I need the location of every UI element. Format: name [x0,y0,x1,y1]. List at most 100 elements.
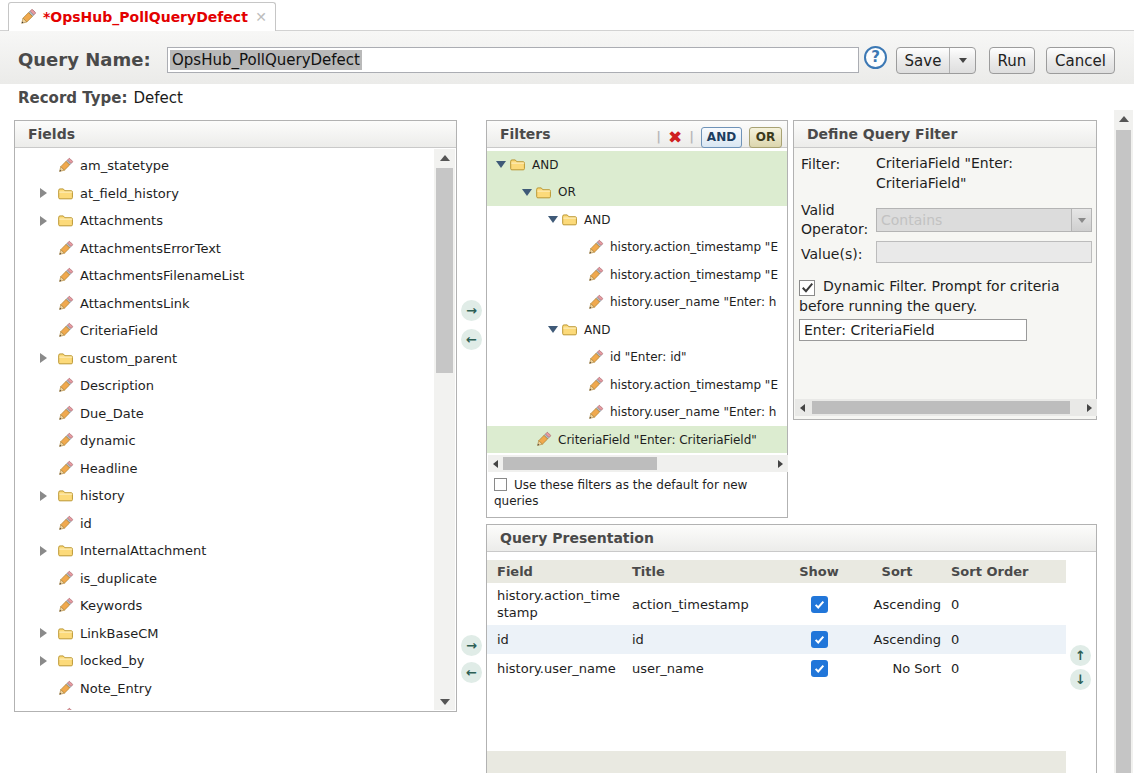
dynamic-filter-checkbox[interactable] [799,280,815,296]
fields-panel-header: Fields [15,121,456,148]
field-item[interactable]: Description [15,372,434,400]
field-item[interactable]: CriteriaField [15,317,434,345]
filter-node[interactable]: AND [487,206,787,234]
filter-node[interactable]: history.action_timestamp "E [487,261,787,289]
record-type-value: Defect [133,89,182,107]
move-down-arrow-button[interactable]: ↓ [1070,669,1091,690]
scroll-down-arrow[interactable] [434,693,455,710]
show-checkbox[interactable] [811,660,828,677]
query-presentation-panel: Query Presentation Field Title Show Sort… [486,524,1097,773]
save-dropdown-arrow[interactable] [950,58,975,63]
filter-node[interactable]: history.action_timestamp "E [487,234,787,262]
field-item[interactable]: LinkBaseCM [15,620,434,648]
delete-filter-icon[interactable]: ✖ [668,129,682,146]
pencil-icon [587,266,604,283]
expand-arrow-icon[interactable] [40,188,47,198]
field-item[interactable]: custom_parent [15,345,434,373]
filters-hscrollbar-thumb[interactable] [503,457,657,470]
filter-node[interactable]: OR [487,179,787,207]
scroll-up-arrow[interactable] [1114,110,1133,128]
and-button[interactable]: AND [701,127,742,148]
scroll-left-arrow[interactable] [795,399,810,416]
filter-node[interactable]: AND [487,151,787,179]
page-scrollbar-thumb[interactable] [1116,130,1131,773]
filter-node[interactable]: id "Enter: id" [487,344,787,372]
define-hscrollbar[interactable] [795,399,1097,416]
field-item[interactable]: InternalAttachment [15,537,434,565]
pencil-icon [57,295,74,312]
expand-arrow-icon[interactable] [40,353,47,363]
default-filter-checkbox-row: Use these filters as the default for new… [494,477,782,509]
collapse-arrow-icon[interactable] [548,326,558,333]
expand-arrow-icon[interactable] [40,216,47,226]
scroll-right-arrow[interactable] [773,455,788,472]
filter-node[interactable]: history.user_name "Enter: h [487,289,787,317]
pencil-icon [57,322,74,339]
field-item[interactable]: Attachments [15,207,434,235]
expand-arrow-icon[interactable] [40,656,47,666]
tab-close-icon[interactable]: ✕ [255,9,267,25]
criteria-input[interactable]: Enter: CriteriaField [799,319,1027,341]
scroll-right-arrow[interactable] [1082,399,1097,416]
fields-scrollbar-thumb[interactable] [436,168,453,373]
fields-scrollbar[interactable] [434,149,455,710]
field-item[interactable]: AttachmentsLink [15,290,434,318]
filter-node[interactable]: CriteriaField "Enter: CriteriaField" [487,426,787,453]
dynamic-filter-label: Dynamic Filter. Prompt for criteria befo… [799,278,1060,314]
field-item[interactable]: Notes_Log [15,702,434,710]
scroll-left-arrow[interactable] [488,455,503,472]
operator-select[interactable]: Contains [876,208,1092,232]
field-item[interactable]: AttachmentsFilenameList [15,262,434,290]
folder-icon [57,542,74,559]
query-name-input[interactable]: OpsHub_PollQueryDefect [167,47,859,73]
define-hscrollbar-thumb[interactable] [812,401,1070,414]
run-button[interactable]: Run [989,47,1035,74]
show-checkbox[interactable] [811,631,828,648]
field-item[interactable]: locked_by [15,647,434,675]
move-up-arrow-button[interactable]: ↑ [1070,645,1091,666]
remove-field-arrow-button[interactable]: ← [461,329,482,350]
field-item[interactable]: is_duplicate [15,565,434,593]
expand-arrow-icon[interactable] [40,628,47,638]
pencil-icon [57,680,74,697]
filter-node[interactable]: history.action_timestamp "E [487,371,787,399]
field-item[interactable]: dynamic [15,427,434,455]
remove-presentation-arrow-button[interactable]: ← [461,662,482,683]
expand-arrow-icon[interactable] [40,546,47,556]
add-presentation-arrow-button[interactable]: → [461,635,482,656]
field-item[interactable]: Headline [15,455,434,483]
filters-hscrollbar[interactable] [488,455,788,472]
field-item[interactable]: id [15,510,434,538]
field-item[interactable]: AttachmentsErrorText [15,235,434,263]
help-icon[interactable]: ? [864,46,887,69]
cancel-button[interactable]: Cancel [1046,47,1115,74]
values-input[interactable] [876,241,1092,263]
filter-node[interactable]: AND [487,316,787,344]
show-checkbox[interactable] [811,596,828,613]
field-item[interactable]: Due_Date [15,400,434,428]
field-item[interactable]: Note_Entry [15,675,434,703]
col-field: Field [487,559,625,584]
collapse-arrow-icon[interactable] [522,189,532,196]
or-button[interactable]: OR [749,127,782,148]
query-tab[interactable]: *OpsHub_PollQueryDefect ✕ [8,2,276,31]
collapse-arrow-icon[interactable] [496,161,506,168]
fields-panel: Fields am_statetypeat_field_historyAttac… [14,120,457,712]
collapse-arrow-icon[interactable] [548,216,558,223]
field-item[interactable]: at_field_history [15,180,434,208]
filters-panel-header: Filters | ✖ | AND OR [487,121,787,148]
folder-icon [561,211,578,228]
presentation-row: ididAscending0 [487,625,1066,654]
expand-arrow-icon[interactable] [40,491,47,501]
filter-node[interactable]: history.user_name "Enter: h [487,399,787,427]
page-scrollbar[interactable] [1114,110,1133,773]
field-item[interactable]: history [15,482,434,510]
save-button[interactable]: Save [896,47,976,74]
tab-title: *OpsHub_PollQueryDefect [43,9,248,25]
pencil-icon [57,240,74,257]
default-filter-checkbox[interactable] [494,478,507,491]
field-item[interactable]: Keywords [15,592,434,620]
scroll-up-arrow[interactable] [434,149,455,166]
add-field-arrow-button[interactable]: → [461,300,482,321]
field-item[interactable]: am_statetype [15,152,434,180]
